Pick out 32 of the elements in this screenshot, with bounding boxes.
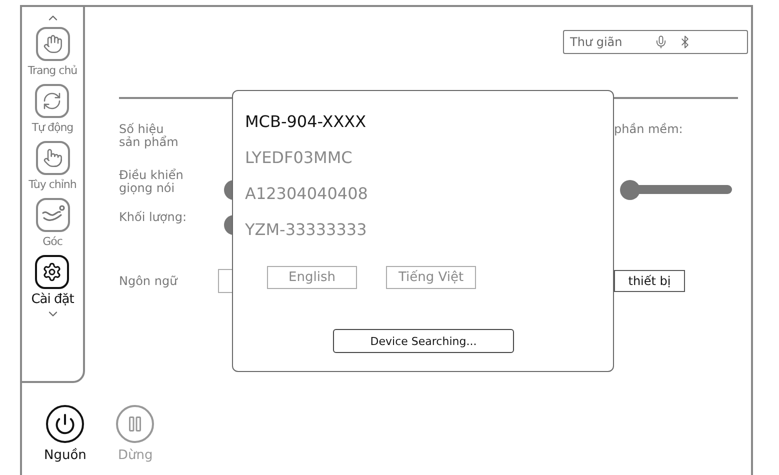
device-code: YZM-33333333 (245, 220, 368, 239)
device-search-button[interactable]: Device Searching... (333, 329, 514, 353)
slider-thumb[interactable] (620, 180, 640, 200)
model-name: MCB-904-XXXX (245, 112, 368, 131)
device-code: A12304040408 (245, 184, 369, 203)
nav-button[interactable] (35, 255, 70, 289)
control-label: Dừng (118, 448, 153, 463)
language-button[interactable]: Tiếng Việt (386, 266, 476, 289)
settings-icon (42, 262, 62, 282)
control-label: Nguồn (44, 448, 86, 463)
nav-label[interactable]: Cài đặt (31, 292, 74, 307)
slider-track[interactable] (620, 180, 732, 200)
setting-label: Điều khiển giọng nói (119, 169, 184, 195)
setting-label: Số hiệu sản phẩm (119, 123, 180, 149)
power-button[interactable] (46, 405, 84, 443)
nav-label[interactable]: Tự động (32, 121, 74, 134)
setting-label: phần mềm: (614, 123, 684, 136)
mode-label: Thư giãn (570, 35, 622, 49)
power-icon (54, 413, 76, 435)
pause-button[interactable] (116, 405, 154, 443)
refresh-icon (42, 91, 62, 111)
setting-label: Ngôn ngữ (119, 274, 179, 288)
nav-label[interactable]: Tùy chỉnh (28, 178, 76, 191)
device-code: LYEDF03MMC (245, 148, 354, 167)
language-button[interactable]: English (267, 266, 357, 289)
pointing-hand-icon (42, 148, 62, 168)
setting-label: Khối lượng: (119, 211, 188, 224)
device-button[interactable]: thiết bị (614, 270, 685, 292)
nav-label[interactable]: Trang chủ (28, 64, 78, 77)
nav-label[interactable]: Góc (42, 235, 62, 248)
microphone-icon (654, 35, 668, 49)
hand-icon (42, 34, 62, 54)
